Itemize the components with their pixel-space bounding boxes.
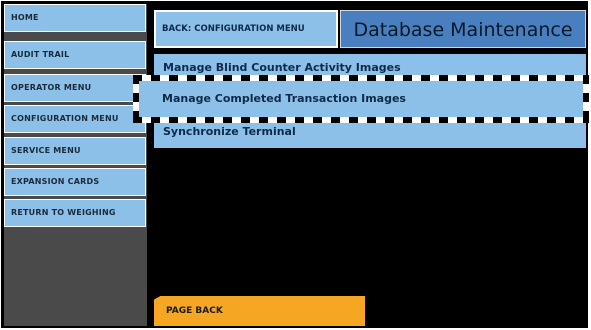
sidebar-item-audit-trail[interactable]: AUDIT TRAIL [4, 41, 146, 69]
sidebar-item-configuration-menu[interactable]: CONFIGURATION MENU [4, 105, 146, 133]
sidebar-item-operator-menu[interactable]: OPERATOR MENU [4, 74, 146, 102]
sidebar-item-return-to-weighing[interactable]: RETURN TO WEIGHING [4, 199, 146, 227]
page-title: Database Maintenance [340, 10, 586, 48]
menu-item-completed-transaction-images[interactable]: Manage Completed Transaction Images [139, 81, 583, 117]
main-area [150, 4, 587, 326]
sidebar-item-expansion-cards[interactable]: EXPANSION CARDS [4, 168, 146, 196]
back-configuration-menu-button[interactable]: BACK: CONFIGURATION MENU [154, 10, 338, 48]
sidebar-item-service-menu[interactable]: SERVICE MENU [4, 137, 146, 165]
page-back-button[interactable]: PAGE BACK [154, 296, 365, 326]
menu-item-synchronize-terminal[interactable]: Synchronize Terminal [154, 120, 586, 148]
sidebar-item-home[interactable]: HOME [4, 4, 146, 32]
sidebar: HOME AUDIT TRAIL OPERATOR MENU CONFIGURA… [4, 4, 147, 326]
selection-highlight: Manage Completed Transaction Images [133, 75, 589, 123]
